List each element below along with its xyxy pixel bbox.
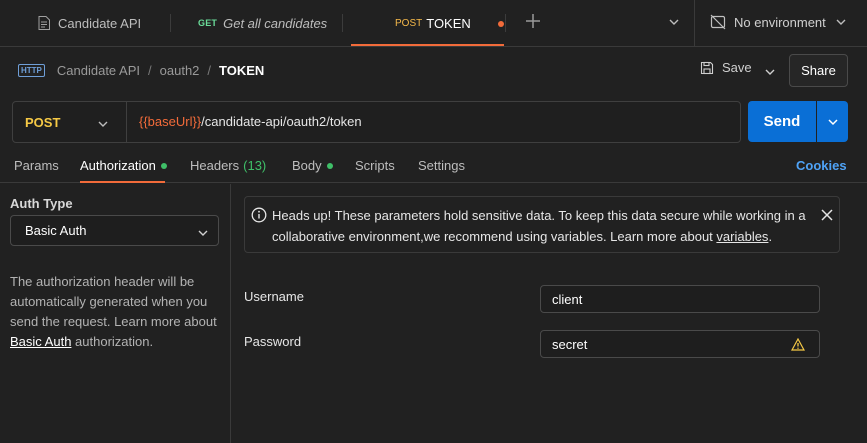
tab-body-label: Body bbox=[292, 158, 322, 173]
url-input[interactable]: {{baseUrl}}/candidate-api/oauth2/token bbox=[139, 114, 362, 129]
send-button[interactable]: Send bbox=[748, 101, 816, 142]
tab-authorization[interactable]: Authorization bbox=[80, 158, 167, 173]
tab-get-all-candidates[interactable]: GET Get all candidates bbox=[198, 0, 327, 46]
password-value: secret bbox=[552, 336, 588, 352]
password-field[interactable]: secret bbox=[540, 330, 820, 358]
chevron-down-icon[interactable] bbox=[668, 16, 680, 28]
tab-divider bbox=[505, 14, 506, 32]
breadcrumb-collection[interactable]: Candidate API bbox=[57, 63, 140, 78]
tab-post-token[interactable]: POST TOKEN bbox=[395, 0, 471, 46]
auth-type-label: Auth Type bbox=[10, 196, 73, 211]
auth-description-text: The authorization header will be automat… bbox=[10, 274, 217, 329]
tab-label: Get all candidates bbox=[223, 15, 328, 31]
status-dot bbox=[160, 162, 167, 169]
tab-label: TOKEN bbox=[426, 15, 471, 31]
breadcrumb-separator: / bbox=[207, 62, 212, 78]
tab-label: Candidate API bbox=[58, 15, 142, 31]
method-select[interactable]: POST bbox=[13, 102, 127, 142]
url-bar: POST {{baseUrl}}/candidate-api/oauth2/to… bbox=[12, 101, 741, 143]
chevron-down-icon bbox=[827, 118, 838, 125]
cookies-link[interactable]: Cookies bbox=[796, 158, 847, 173]
sensitive-data-notice: Heads up! These parameters hold sensitiv… bbox=[244, 196, 840, 253]
tab-authorization-label: Authorization bbox=[80, 158, 156, 173]
method-badge: POST bbox=[395, 17, 423, 29]
username-field[interactable]: client bbox=[540, 285, 820, 313]
tab-scripts-label: Scripts bbox=[355, 158, 395, 173]
no-environment-icon bbox=[710, 14, 726, 30]
tab-headers-label: Headers bbox=[190, 158, 240, 173]
active-tab-indicator bbox=[351, 44, 504, 46]
tab-params[interactable]: Params bbox=[14, 158, 59, 173]
username-value: client bbox=[552, 291, 583, 307]
notice-end: . bbox=[768, 229, 773, 244]
tab-candidate-api[interactable]: Candidate API bbox=[38, 0, 141, 46]
tab-headers[interactable]: Headers (13) bbox=[190, 158, 266, 173]
status-dot bbox=[326, 162, 333, 169]
save-icon bbox=[700, 61, 714, 74]
chevron-down-icon[interactable] bbox=[835, 16, 847, 28]
plus-icon bbox=[526, 14, 540, 28]
tab-scripts[interactable]: Scripts bbox=[355, 158, 395, 173]
divider bbox=[694, 0, 695, 46]
http-icon: HTTP bbox=[18, 63, 45, 77]
document-icon bbox=[38, 16, 50, 30]
tab-divider bbox=[170, 14, 171, 32]
auth-type-select[interactable]: Basic Auth bbox=[10, 215, 219, 246]
request-tabs: Params Authorization Headers (13) Body Sc… bbox=[0, 153, 867, 183]
tab-divider bbox=[342, 14, 343, 32]
send-options-button[interactable] bbox=[817, 101, 848, 142]
method-badge: GET bbox=[198, 18, 218, 28]
environment-label: No environment bbox=[734, 14, 826, 30]
password-label: Password bbox=[244, 334, 302, 349]
new-tab-button[interactable] bbox=[525, 13, 541, 33]
tab-body[interactable]: Body bbox=[292, 158, 333, 173]
auth-type-panel: Auth Type Basic Auth The authorization h… bbox=[0, 184, 231, 443]
active-tab-indicator bbox=[80, 181, 165, 183]
variables-link[interactable]: variables bbox=[716, 229, 768, 244]
unsaved-indicator bbox=[498, 21, 504, 27]
url-path: /candidate-api/oauth2/token bbox=[201, 114, 362, 129]
basic-auth-link[interactable]: Basic Auth bbox=[10, 334, 71, 349]
save-button[interactable]: Save bbox=[700, 60, 752, 75]
url-variable: {{baseUrl}} bbox=[139, 114, 202, 129]
warning-icon bbox=[791, 338, 805, 351]
breadcrumb-current[interactable]: TOKEN bbox=[219, 63, 264, 78]
chevron-down-icon[interactable] bbox=[764, 66, 776, 78]
headers-count: (13) bbox=[243, 158, 267, 173]
tab-params-label: Params bbox=[14, 158, 59, 173]
auth-type-value: Basic Auth bbox=[25, 223, 87, 238]
breadcrumb-folder[interactable]: oauth2 bbox=[160, 63, 200, 78]
notice-text: Heads up! These parameters hold sensitiv… bbox=[272, 205, 812, 247]
environment-selector[interactable]: No environment bbox=[710, 14, 826, 30]
share-button[interactable]: Share bbox=[789, 54, 848, 87]
chevron-down-icon bbox=[98, 121, 108, 127]
tab-settings-label: Settings bbox=[418, 158, 465, 173]
chevron-down-icon bbox=[198, 230, 208, 236]
save-label: Save bbox=[722, 60, 752, 75]
tab-bar: Candidate API GET Get all candidates POS… bbox=[0, 0, 867, 47]
tab-settings[interactable]: Settings bbox=[418, 158, 465, 173]
username-label: Username bbox=[244, 289, 304, 304]
close-icon[interactable] bbox=[821, 209, 833, 221]
auth-description-end: authorization. bbox=[71, 334, 154, 349]
breadcrumb-separator: / bbox=[148, 62, 152, 78]
method-value: POST bbox=[25, 114, 61, 130]
info-icon bbox=[251, 207, 267, 223]
breadcrumb: HTTP Candidate API / oauth2 / TOKEN bbox=[18, 58, 264, 82]
auth-description: The authorization header will be automat… bbox=[10, 272, 225, 352]
